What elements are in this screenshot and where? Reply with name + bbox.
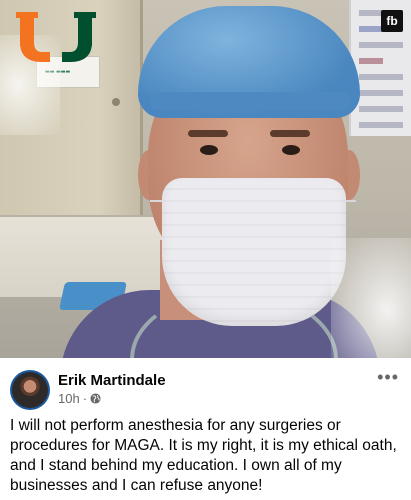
- corner-badge-icon: fb: [381, 10, 403, 32]
- surgical-cap-band: [150, 92, 350, 110]
- meta-separator: ·: [82, 391, 88, 406]
- post-photo[interactable]: ▬▬ ▬▬▬ fb: [0, 0, 411, 358]
- post-body: I will not perform anesthesia for any su…: [10, 417, 397, 494]
- left-eye: [200, 145, 218, 155]
- left-eyebrow: [188, 130, 228, 137]
- right-eyebrow: [270, 130, 310, 137]
- author-name[interactable]: Erik Martindale: [58, 372, 166, 389]
- post-timestamp[interactable]: 10h: [58, 391, 80, 406]
- university-u-logo: [16, 12, 96, 62]
- more-options-button[interactable]: •••: [377, 367, 399, 388]
- right-eye: [282, 145, 300, 155]
- avatar[interactable]: [10, 370, 50, 410]
- door-knob: [112, 98, 120, 106]
- smoke-overlay-right: [331, 238, 411, 358]
- globe-icon[interactable]: [90, 393, 101, 404]
- post-meta: 10h ·: [58, 391, 101, 406]
- facebook-post: Erik Martindale 10h · ••• I will not per…: [0, 358, 411, 500]
